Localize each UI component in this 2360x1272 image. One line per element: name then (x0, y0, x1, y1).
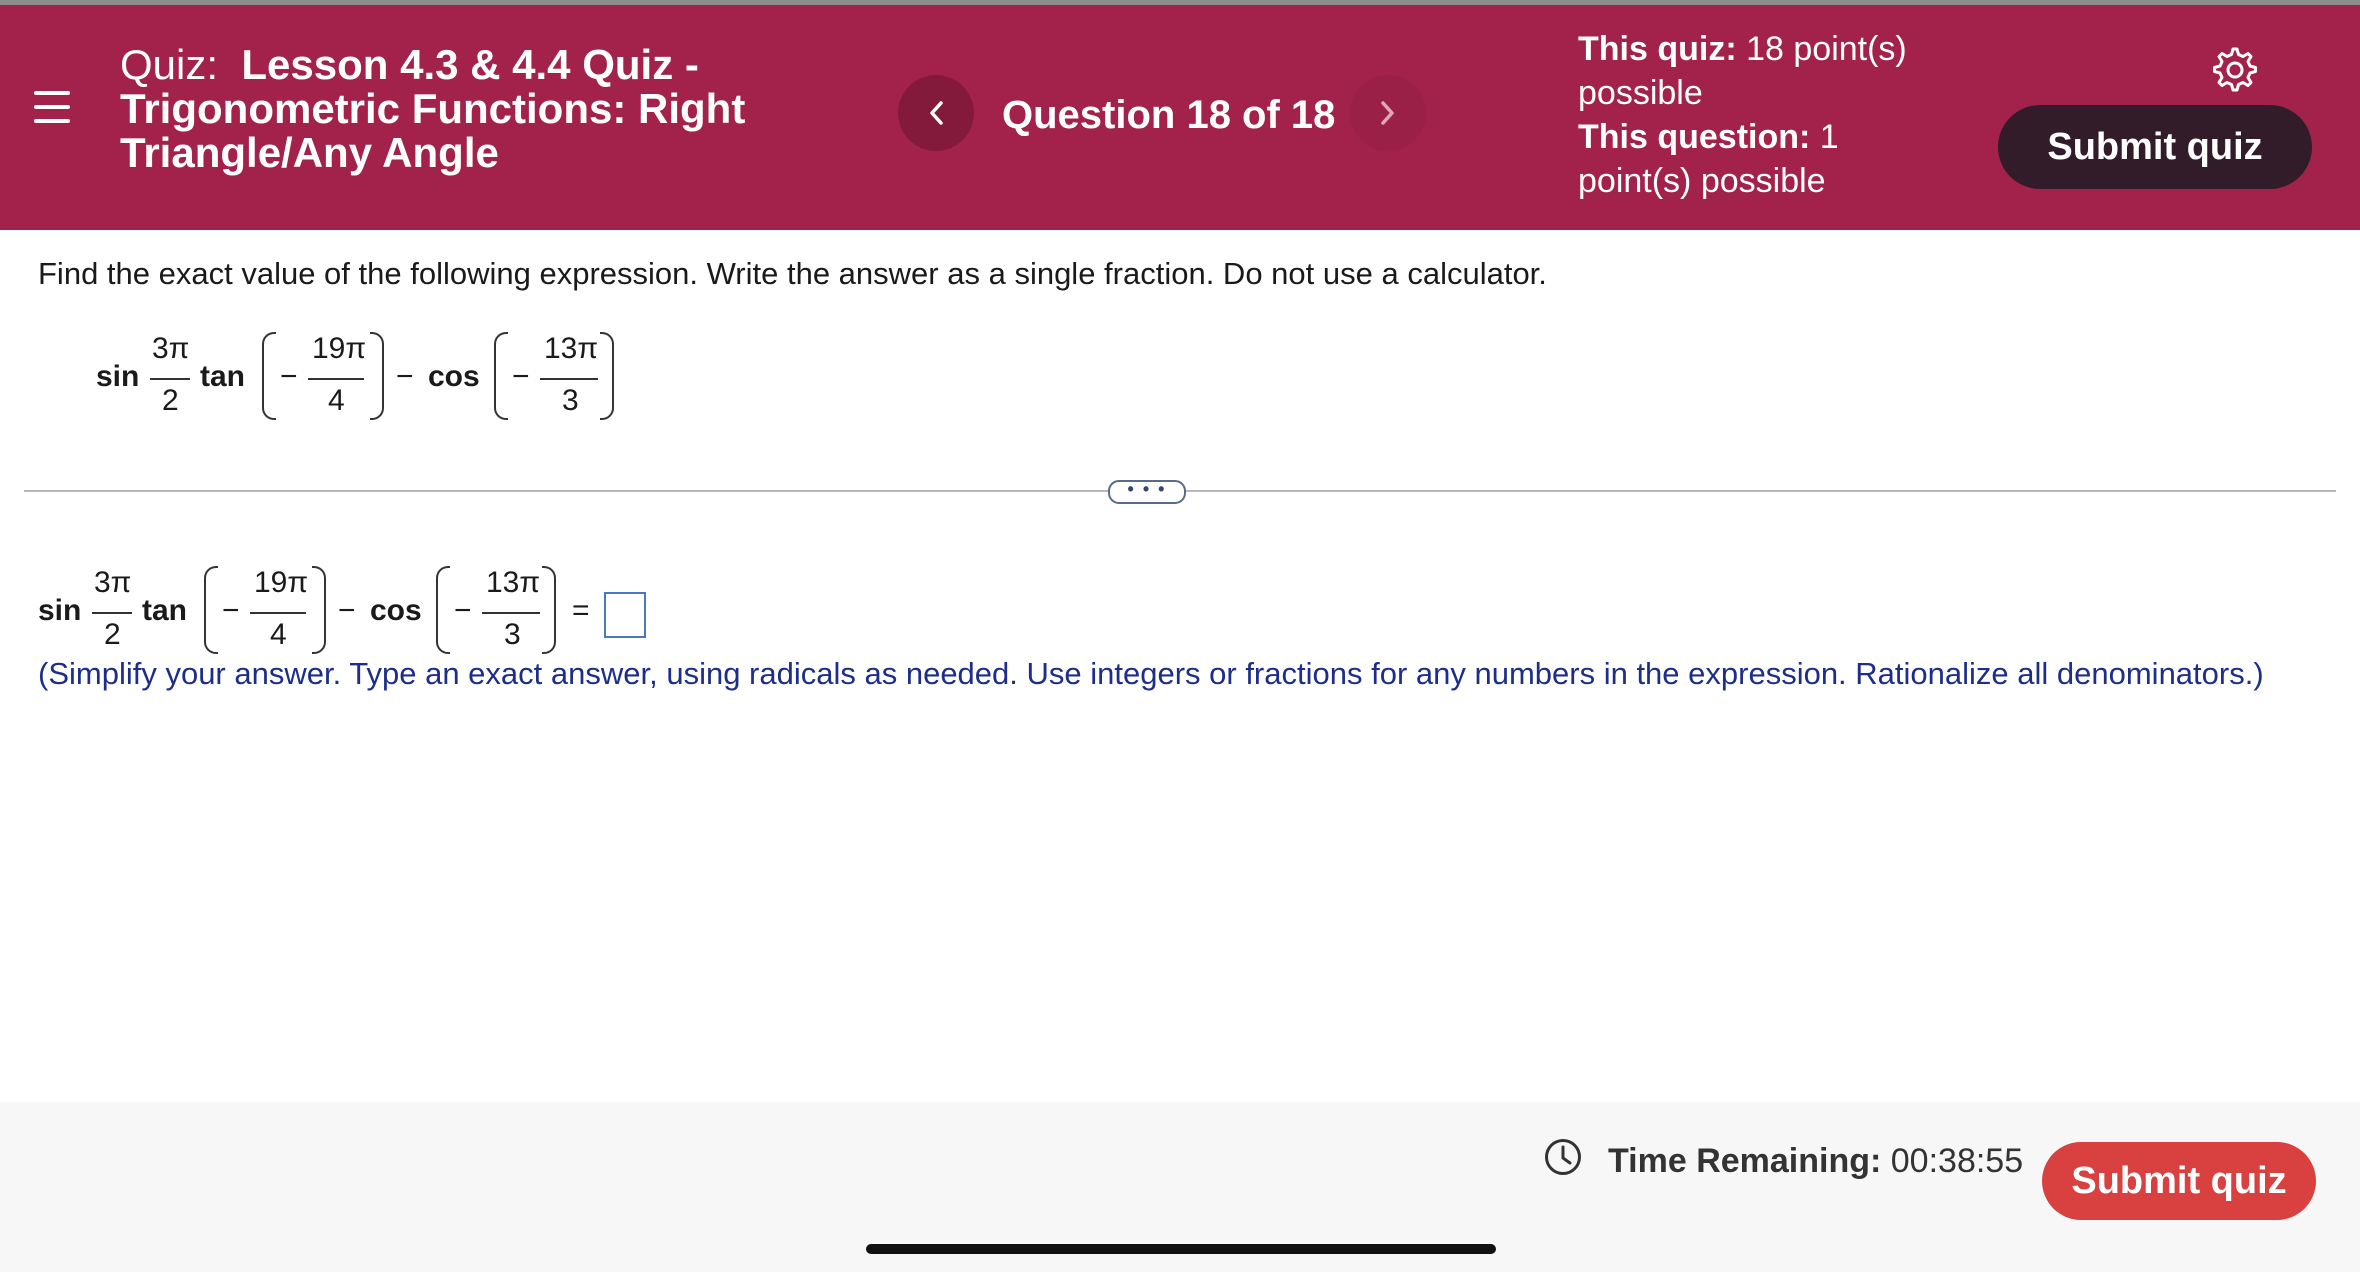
paren-right (370, 332, 384, 420)
frac1-denominator: 2 (104, 618, 121, 651)
paren-left (494, 332, 508, 420)
question-points-label: This question: (1578, 118, 1811, 156)
frac1-numerator: 3π (152, 332, 190, 365)
question-counter: Question 18 of 18 (1002, 93, 1336, 137)
quiz-title: Quiz: Lesson 4.3 & 4.4 Quiz - Trigonomet… (120, 43, 840, 175)
previous-question-button[interactable] (898, 75, 974, 151)
clock-icon (1544, 1138, 1582, 1176)
frac3-bar (540, 378, 598, 380)
frac1-bar (150, 378, 190, 380)
frac1-numerator: 3π (94, 566, 132, 599)
minus-sign: − (222, 594, 240, 627)
frac2-bar (250, 612, 306, 614)
frac3-bar (482, 612, 540, 614)
frac2-denominator: 4 (270, 618, 287, 651)
fn-tan: tan (200, 360, 245, 393)
frac2-numerator: 19π (312, 332, 367, 365)
paren-left (436, 566, 450, 654)
fn-cos: cos (428, 360, 480, 393)
frac3-denominator: 3 (504, 618, 521, 651)
expand-button[interactable]: • • • (1108, 480, 1186, 504)
frac2-numerator: 19π (254, 566, 309, 599)
answer-hint: (Simplify your answer. Type an exact ans… (38, 656, 2264, 691)
paren-left (204, 566, 218, 654)
question-instructions: Find the exact value of the following ex… (38, 256, 1547, 291)
menu-icon[interactable] (30, 87, 74, 127)
home-indicator (866, 1244, 1496, 1254)
fn-sin: sin (38, 594, 82, 627)
fn-cos: cos (370, 594, 422, 627)
time-remaining-value: 00:38:55 (1890, 1142, 2024, 1180)
time-remaining: Time Remaining: 00:38:55 (1608, 1142, 2023, 1181)
minus-sign: − (280, 360, 298, 393)
paren-right (312, 566, 326, 654)
quiz-points-label: This quiz: (1578, 30, 1737, 68)
time-remaining-label: Time Remaining: (1608, 1142, 1882, 1180)
quiz-header: Quiz: Lesson 4.3 & 4.4 Quiz - Trigonomet… (0, 5, 2360, 230)
paren-left (262, 332, 276, 420)
minus-sign: − (396, 360, 414, 393)
minus-sign: − (454, 594, 472, 627)
submit-quiz-button-bottom[interactable]: Submit quiz (2042, 1142, 2316, 1220)
fn-sin: sin (96, 360, 140, 393)
paren-right (542, 566, 556, 654)
frac3-numerator: 13π (544, 332, 599, 365)
chevron-right-icon (1381, 101, 1394, 125)
frac1-bar (92, 612, 132, 614)
minus-sign: − (338, 594, 356, 627)
quiz-prefix: Quiz: (120, 41, 219, 88)
equals-sign: = (572, 594, 590, 627)
answer-input[interactable] (604, 592, 646, 638)
gear-icon[interactable] (2210, 45, 2260, 95)
frac3-numerator: 13π (486, 566, 541, 599)
frac2-denominator: 4 (328, 384, 345, 417)
fn-tan: tan (142, 594, 187, 627)
points-info: This quiz: 18 point(s) possible This que… (1578, 27, 1918, 203)
frac3-denominator: 3 (562, 384, 579, 417)
next-question-button[interactable] (1350, 75, 1426, 151)
submit-quiz-button-top[interactable]: Submit quiz (1998, 105, 2312, 189)
paren-right (600, 332, 614, 420)
chevron-left-icon (930, 101, 943, 125)
frac2-bar (308, 378, 364, 380)
minus-sign: − (512, 360, 530, 393)
frac1-denominator: 2 (162, 384, 179, 417)
